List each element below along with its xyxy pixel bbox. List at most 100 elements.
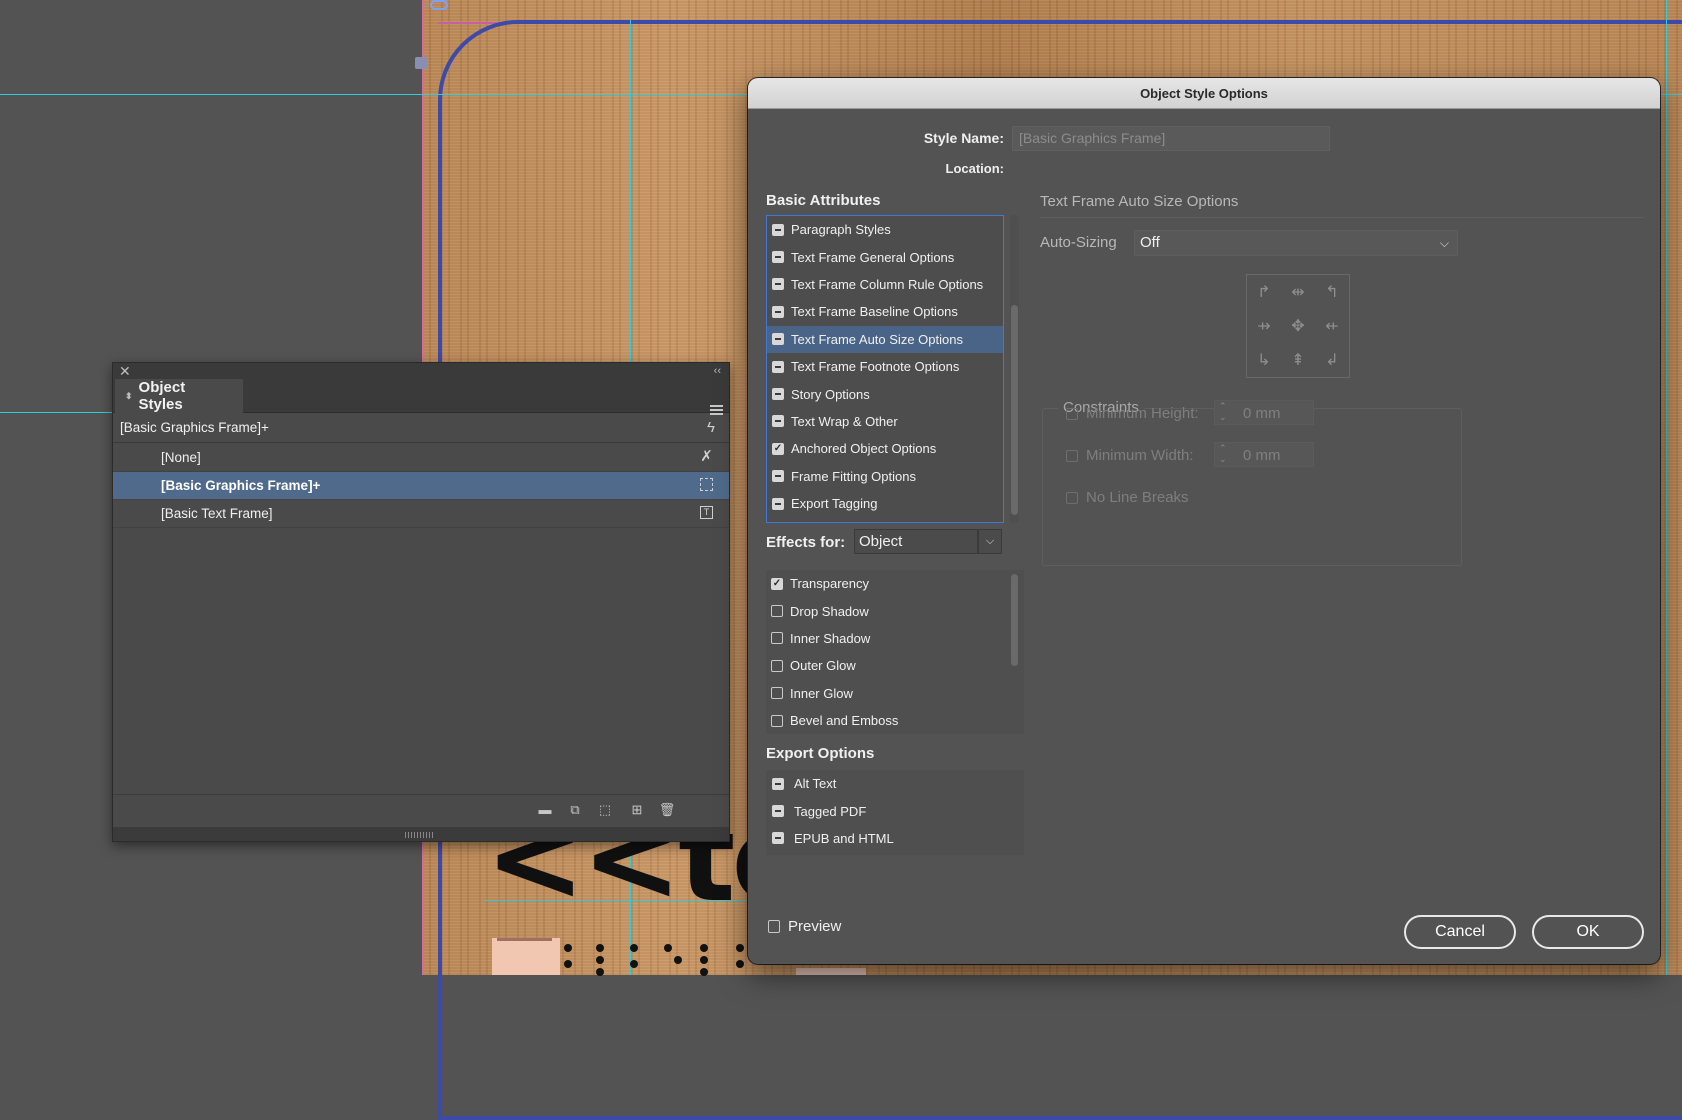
checkbox[interactable] <box>772 805 784 818</box>
effect-inner-shadow[interactable]: Inner Shadow <box>766 625 1024 652</box>
effect-outer-glow[interactable]: Outer Glow <box>766 652 1024 679</box>
checkbox[interactable] <box>772 415 784 428</box>
effect-drop-shadow[interactable]: Drop Shadow <box>766 597 1024 624</box>
effects-for-select[interactable]: Object <box>854 529 978 554</box>
attr-text-frame-baseline-options[interactable]: Text Frame Baseline Options <box>767 298 1003 325</box>
vertical-guide[interactable] <box>1666 0 1667 975</box>
style-row-basic-graphics-frame[interactable]: [Basic Graphics Frame]+ <box>113 472 729 500</box>
checkbox[interactable] <box>771 714 783 727</box>
section-divider <box>1040 217 1644 218</box>
export-epub-and-html[interactable]: EPUB and HTML <box>766 825 1024 852</box>
preview-option[interactable]: Preview <box>768 918 841 935</box>
attr-text-frame-footnote-options[interactable]: Text Frame Footnote Options <box>767 353 1003 380</box>
canvas-shape[interactable] <box>492 938 560 975</box>
new-group-icon[interactable]: ▬ <box>536 803 554 817</box>
export-tagged-pdf[interactable]: Tagged PDF <box>766 797 1024 824</box>
attr-text-frame-auto-size-options[interactable]: Text Frame Auto Size Options <box>767 325 1003 353</box>
checkbox[interactable] <box>772 470 784 483</box>
dot <box>736 960 744 968</box>
style-name-label: Style Name: <box>923 130 1004 146</box>
attr-text-wrap-other[interactable]: Text Wrap & Other <box>767 408 1003 435</box>
dot <box>700 944 708 952</box>
panel-titlebar[interactable]: ✕ ‹‹ <box>113 363 729 379</box>
close-icon[interactable]: ✕ <box>119 363 131 379</box>
checkbox[interactable] <box>772 305 784 318</box>
no-line-breaks-checkbox[interactable] <box>1066 491 1078 504</box>
horizontal-guide[interactable] <box>0 412 112 413</box>
dot <box>596 956 604 964</box>
clear-attributes-icon[interactable]: ⬚ <box>596 803 614 817</box>
ok-button[interactable]: OK <box>1532 915 1644 949</box>
clear-overrides-icon[interactable]: ⧉ <box>566 803 584 817</box>
collapse-panel-icon[interactable]: ‹‹ <box>714 363 721 379</box>
min-width-checkbox[interactable] <box>1066 449 1078 462</box>
effect-inner-glow[interactable]: Inner Glow <box>766 680 1024 707</box>
dialog-title[interactable]: Object Style Options <box>748 78 1660 109</box>
checkbox[interactable] <box>772 333 784 346</box>
export-alt-text[interactable]: Alt Text <box>766 770 1024 797</box>
checkbox-checked[interactable]: ✓ <box>771 577 783 590</box>
chevron-down-icon[interactable]: ⌵ <box>978 529 1002 554</box>
text-frame-icon: T <box>700 506 713 519</box>
chevron-down-icon: ⌵ <box>1439 236 1449 250</box>
export-options-list: Alt Text Tagged PDF EPUB and HTML <box>766 770 1024 855</box>
export-label: Alt Text <box>794 776 837 792</box>
new-style-icon[interactable]: ⊞ <box>628 803 646 817</box>
lock-icon[interactable] <box>415 57 427 69</box>
cancel-button[interactable]: Cancel <box>1404 915 1516 949</box>
panel-tabbar: ⬍ Object Styles <box>113 379 729 415</box>
checkbox[interactable] <box>772 388 784 401</box>
style-row-none[interactable]: [None] ✗ <box>113 444 729 472</box>
preview-checkbox[interactable] <box>768 920 780 933</box>
braille-dots[interactable] <box>560 940 750 976</box>
min-height-stepper[interactable]: ⌃ ⌄ 0 mm <box>1214 400 1314 425</box>
auto-sizing-label: Auto-Sizing <box>1040 234 1117 251</box>
arrow-bottom-left-icon: ↳ <box>1257 352 1271 369</box>
style-name-input[interactable]: [Basic Graphics Frame] <box>1012 126 1330 151</box>
style-row-basic-text-frame[interactable]: [Basic Text Frame] T <box>113 500 729 528</box>
checkbox[interactable] <box>772 223 784 236</box>
tab-object-styles[interactable]: ⬍ Object Styles <box>115 379 243 413</box>
checkbox[interactable] <box>772 777 784 790</box>
checkbox-checked[interactable]: ✓ <box>772 442 784 455</box>
stepper-arrows-icon[interactable]: ⌃ ⌄ <box>1219 401 1227 423</box>
object-styles-panel: ✕ ‹‹ ⬍ Object Styles [Basic Graphics Fra… <box>112 362 730 842</box>
checkbox[interactable] <box>771 605 783 618</box>
checkbox[interactable] <box>772 278 784 291</box>
attr-label: Text Frame Baseline Options <box>791 304 958 320</box>
checkbox[interactable] <box>771 687 783 700</box>
checkbox[interactable] <box>771 632 783 645</box>
stepper-arrows-icon[interactable]: ⌃ ⌄ <box>1219 443 1227 465</box>
scrollbar-thumb[interactable] <box>1011 305 1018 515</box>
effect-transparency[interactable]: ✓ Transparency <box>766 570 1024 597</box>
attr-label: Text Frame General Options <box>791 249 955 265</box>
auto-sizing-select[interactable]: Off ⌵ <box>1134 230 1458 256</box>
min-width-stepper[interactable]: ⌃ ⌄ 0 mm <box>1214 442 1314 467</box>
attr-frame-fitting-options[interactable]: Frame Fitting Options <box>767 463 1003 490</box>
effect-label: Inner Shadow <box>790 630 871 646</box>
checkbox[interactable] <box>772 832 784 845</box>
checkbox[interactable] <box>772 360 784 373</box>
quick-apply-icon[interactable]: ϟ <box>707 419 715 436</box>
attr-paragraph-styles[interactable]: Paragraph Styles <box>767 216 1003 243</box>
attr-anchored-object-options[interactable]: ✓ Anchored Object Options <box>767 435 1003 462</box>
canvas-shape[interactable] <box>796 968 866 975</box>
delete-icon[interactable]: 🗑 <box>658 803 676 817</box>
effects-scrollbar[interactable] <box>1010 572 1019 732</box>
checkbox[interactable] <box>771 659 783 672</box>
attr-text-frame-column-rule-options[interactable]: Text Frame Column Rule Options <box>767 271 1003 298</box>
none-style-icon: ✗ <box>700 448 713 465</box>
effect-bevel-and-emboss[interactable]: Bevel and Emboss <box>766 707 1024 734</box>
panel-resize-bar[interactable] <box>113 827 729 841</box>
link-icon[interactable] <box>430 0 448 10</box>
checkbox[interactable] <box>772 251 784 264</box>
min-height-checkbox[interactable] <box>1066 407 1078 420</box>
attr-export-tagging[interactable]: Export Tagging <box>767 490 1003 517</box>
resize-grip-icon[interactable] <box>405 832 433 838</box>
scrollbar-thumb[interactable] <box>1011 574 1018 666</box>
attr-text-frame-general-options[interactable]: Text Frame General Options <box>767 243 1003 270</box>
dot <box>630 960 638 968</box>
checkbox[interactable] <box>772 497 784 510</box>
attr-story-options[interactable]: Story Options <box>767 380 1003 407</box>
attributes-scrollbar[interactable] <box>1010 215 1019 523</box>
